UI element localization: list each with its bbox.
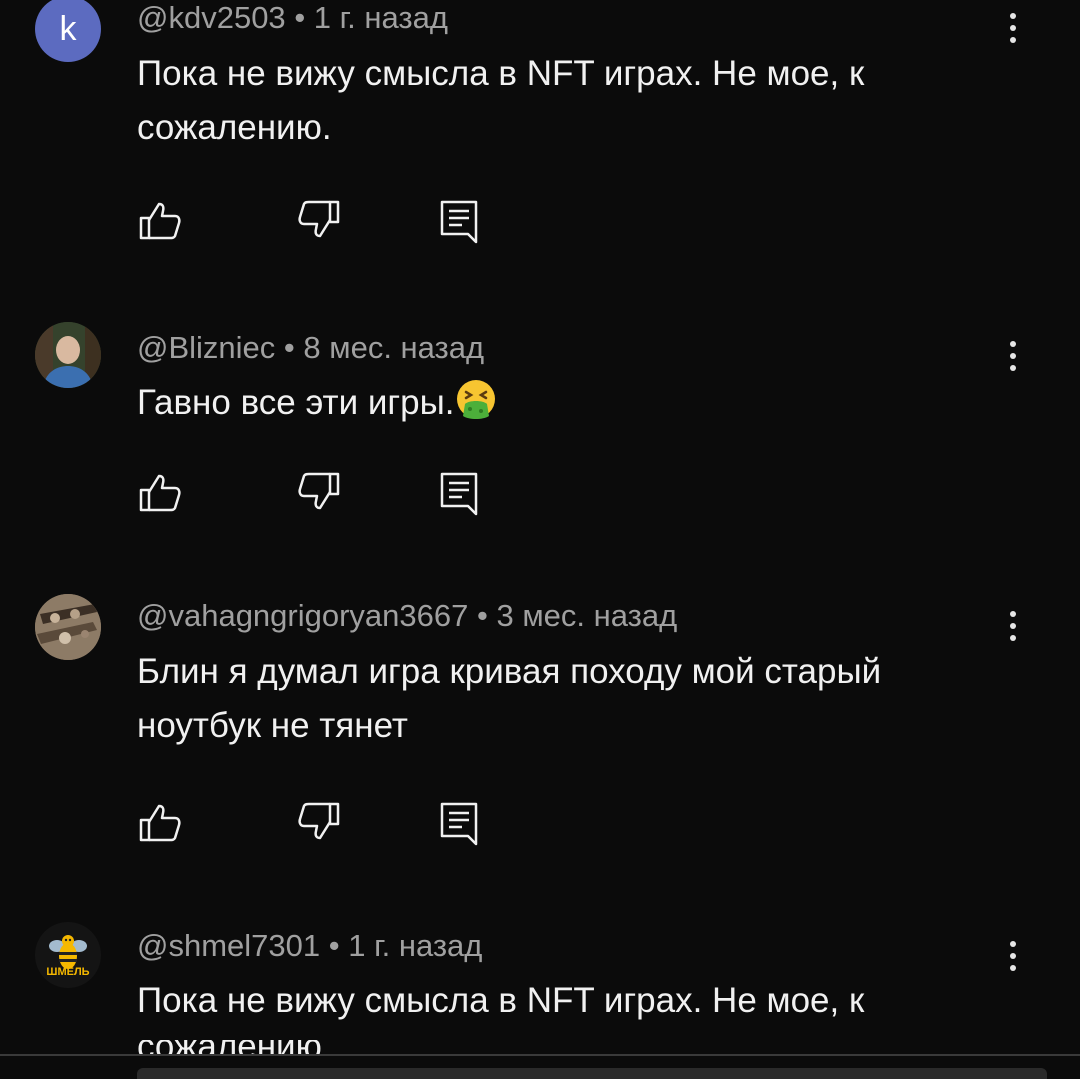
avatar[interactable] [35,322,101,388]
dislike-icon [298,200,340,238]
reply-icon [440,472,478,516]
comment-time: 8 мес. назад [303,330,485,365]
reply-button[interactable] [436,468,484,516]
avatar[interactable] [35,594,101,660]
comment-meta: @kdv2503 • 1 г. назад [137,0,448,36]
author-handle[interactable]: @shmel7301 [137,928,320,963]
meta-separator: • [283,330,295,365]
like-button[interactable] [137,798,185,846]
author-handle[interactable]: @kdv2503 [137,0,286,35]
dislike-button[interactable] [294,196,342,244]
divider [0,1054,1080,1056]
reply-icon [440,200,478,244]
avatar-photo-icon [35,322,101,388]
comment-time: 1 г. назад [313,0,448,35]
comment-text-overflow: сожалению. [137,1040,1007,1054]
comment-meta: @Blizniec • 8 мес. назад [137,330,484,366]
dislike-button[interactable] [294,468,342,516]
comment-text: Пока не вижу смысла в NFT играх. Не мое,… [137,981,865,1020]
comment-time: 1 г. назад [348,928,483,963]
reply-button[interactable] [436,196,484,244]
comment-text: Блин я думал игра кривая походу мой стар… [137,652,882,745]
comment-text-line: Гавно все эти игры. [137,376,1007,430]
like-button[interactable] [137,468,185,516]
more-vert-icon[interactable] [1000,8,1026,48]
meta-separator: • [294,0,306,35]
comment-meta: @shmel7301 • 1 г. назад [137,928,482,964]
meta-separator: • [328,928,340,963]
dislike-button[interactable] [294,798,342,846]
comment-text: Пока не вижу смысла в NFT играх. Не мое,… [137,54,865,147]
like-icon [139,202,181,240]
avatar[interactable]: ШМЕЛЬ [35,922,101,988]
comment-text: Гавно все эти игры. [137,383,455,422]
like-button[interactable] [137,196,185,244]
comment-text-cut: сожалению. [137,1040,1007,1054]
like-icon [139,474,181,512]
avatar-letter: k [59,9,77,48]
avatar-photo-icon [35,594,101,660]
more-vert-icon[interactable] [1000,606,1026,646]
like-icon [139,804,181,842]
avatar-logo-text: ШМЕЛЬ [46,966,90,978]
dislike-icon [298,802,340,840]
reply-icon [440,802,478,846]
comment-time: 3 мес. назад [496,598,678,633]
author-handle[interactable]: @Blizniec [137,330,275,365]
avatar[interactable]: k [35,0,101,62]
more-vert-icon[interactable] [1000,336,1026,376]
reply-button[interactable] [436,798,484,846]
comment-meta: @vahagngrigoryan3667 • 3 мес. назад [137,598,677,634]
meta-separator: • [477,598,488,633]
author-handle[interactable]: @vahagngrigoryan3667 [137,598,468,633]
more-vert-icon[interactable] [1000,936,1026,976]
dislike-icon [298,472,340,510]
bottom-input-bar[interactable] [137,1068,1047,1079]
nauseated-face-emoji [456,380,495,419]
